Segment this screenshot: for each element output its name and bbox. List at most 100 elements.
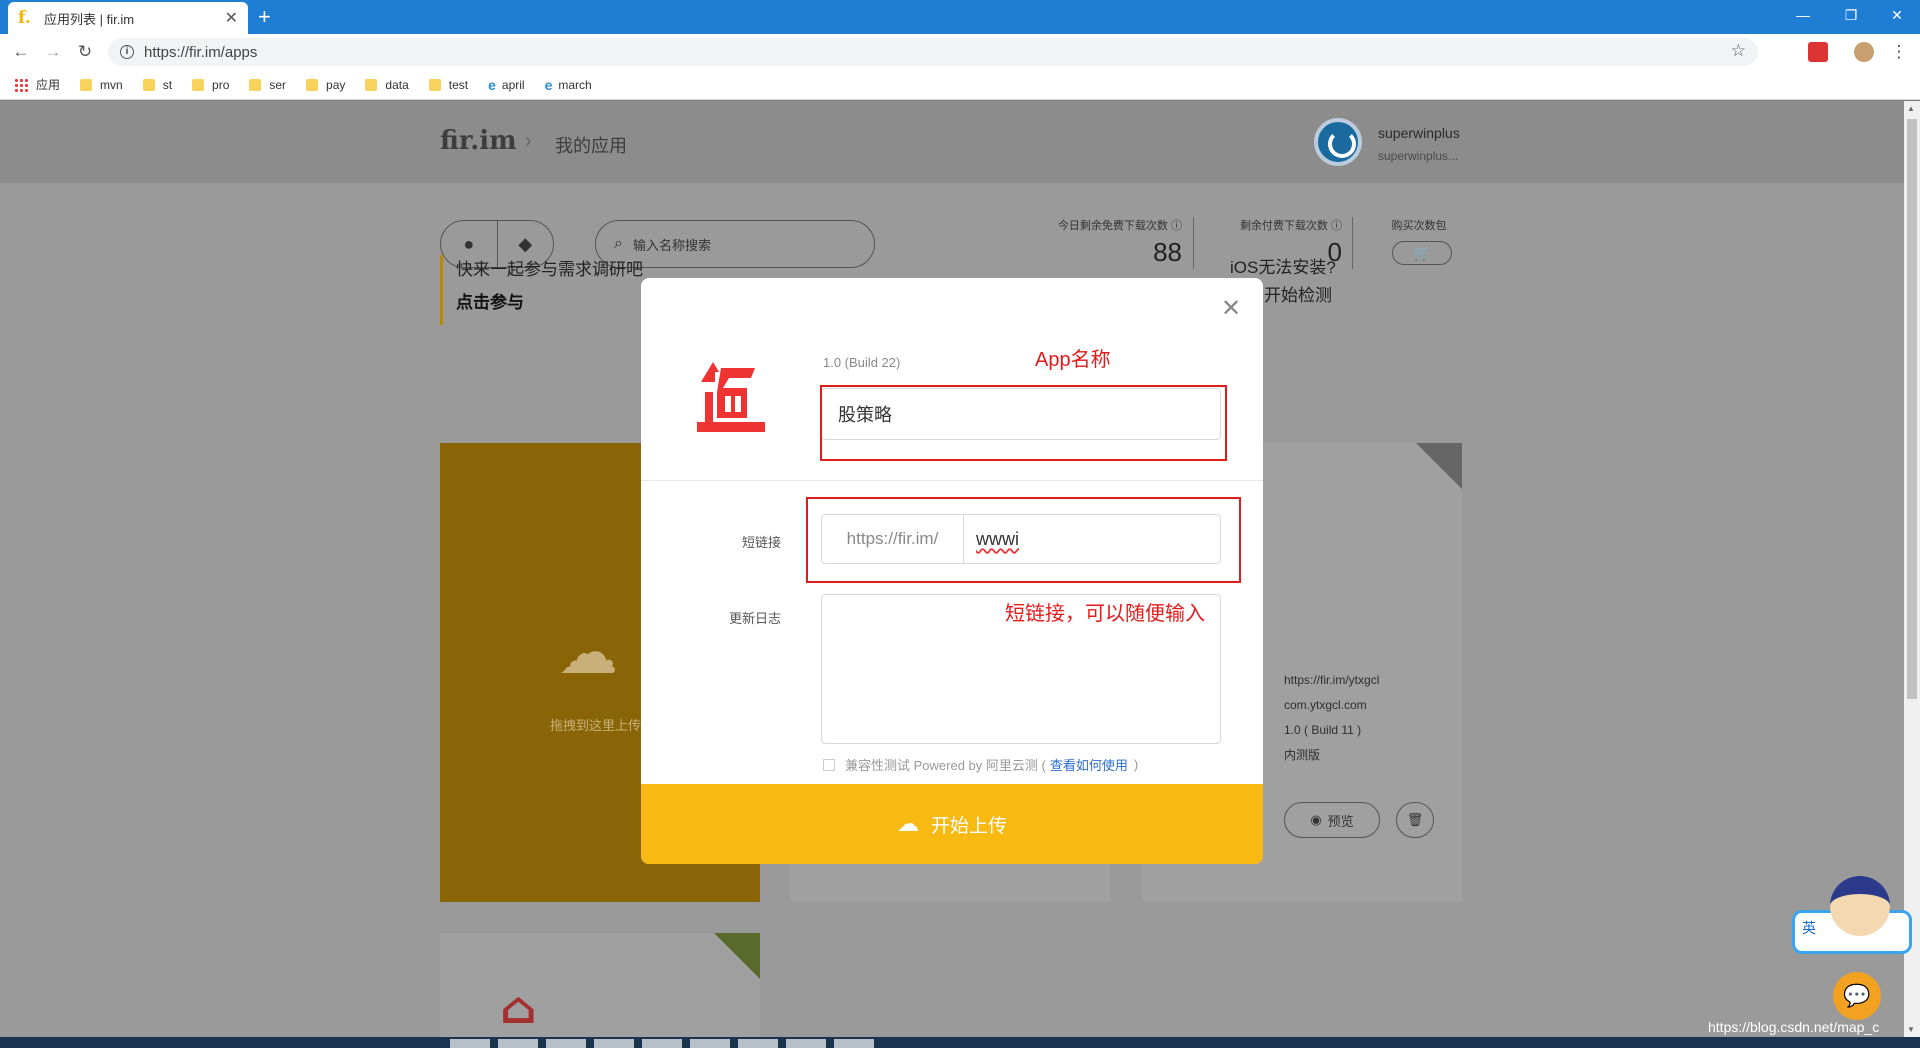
changelog-label: 更新日志 xyxy=(728,611,781,626)
bookmark-label: st xyxy=(162,77,173,92)
compat-checkbox[interactable] xyxy=(823,758,835,771)
folder-icon xyxy=(142,78,155,91)
bookmark-label: test xyxy=(448,77,469,92)
notice-link[interactable]: 点击参与 xyxy=(456,288,643,313)
bookmark-label: data xyxy=(385,77,409,92)
folder-icon xyxy=(192,78,205,91)
annotation-app-name: App名称 xyxy=(1035,349,1111,371)
stat-label: 今日剩余免费下载次数 ⓘ xyxy=(1057,220,1182,232)
url-input[interactable]: i https://fir.im/apps ☆ xyxy=(108,38,1758,66)
taskbar-item[interactable] xyxy=(738,1039,778,1048)
back-icon[interactable]: ← xyxy=(10,41,32,63)
folder-icon xyxy=(80,78,93,91)
cloud-upload-icon: ☁ xyxy=(558,619,618,686)
browser-tab[interactable]: f. 应用列表 | fir.im ✕ xyxy=(8,2,248,34)
extension-icon[interactable] xyxy=(1808,42,1828,62)
app-card[interactable]: ⌂ xyxy=(440,933,760,1037)
taskbar-item[interactable] xyxy=(546,1039,586,1048)
taskbar-item[interactable] xyxy=(594,1039,634,1048)
survey-notice: 快来一起参与需求调研吧 点击参与 xyxy=(440,255,643,325)
bookmarks-bar: 应用 mvn st pro ser pay data test e april e… xyxy=(0,70,1920,100)
url-text: https://fir.im/apps xyxy=(144,43,258,61)
app-type: 内测版 xyxy=(1284,748,1321,762)
bookmark-test[interactable]: test xyxy=(428,77,469,92)
close-icon[interactable]: ✕ xyxy=(225,8,238,28)
preview-label: 预览 xyxy=(1327,813,1354,829)
scroll-thumb[interactable] xyxy=(1907,119,1917,699)
taskbar-item[interactable] xyxy=(498,1039,538,1048)
bookmark-ser[interactable]: ser xyxy=(249,78,286,92)
app-logo-icon xyxy=(697,362,765,432)
stat-value: 88 xyxy=(1153,237,1182,267)
site-logo[interactable]: fir.im xyxy=(440,126,517,156)
taskbar xyxy=(0,1037,1920,1048)
bookmark-mvn[interactable]: mvn xyxy=(80,78,123,92)
compat-help-link[interactable]: 查看如何使用 xyxy=(1050,755,1128,774)
apple-badge-icon xyxy=(1416,443,1462,489)
ime-mascot[interactable]: 英 xyxy=(1790,858,1920,958)
bookmark-label: ser xyxy=(269,77,287,92)
preview-button[interactable]: ◉ 预览 xyxy=(1284,802,1380,838)
taskbar-item[interactable] xyxy=(450,1039,490,1048)
info-icon[interactable]: i xyxy=(120,45,134,59)
taskbar-item[interactable] xyxy=(690,1039,730,1048)
folder-icon xyxy=(428,78,441,91)
bookmark-st[interactable]: st xyxy=(142,77,173,92)
bookmark-label: pro xyxy=(212,77,230,92)
username[interactable]: superwinplus xyxy=(1378,125,1460,141)
bookmark-label: pay xyxy=(326,77,346,92)
folder-icon xyxy=(365,78,378,91)
bookmark-april[interactable]: e april xyxy=(488,77,524,93)
breadcrumb[interactable]: 我的应用 xyxy=(555,132,627,158)
divider xyxy=(641,480,1263,481)
folder-icon xyxy=(249,78,262,91)
divider xyxy=(1193,217,1194,269)
address-bar-row: ← → ↻ i https://fir.im/apps ☆ ⋮ xyxy=(0,34,1920,70)
taskbar-item[interactable] xyxy=(834,1039,874,1048)
cart-icon[interactable]: 🛒 xyxy=(1392,241,1452,265)
app-short-url[interactable]: https://fir.im/ytxgcl xyxy=(1284,668,1379,693)
trash-icon: 🗑 xyxy=(1406,812,1424,827)
reload-icon[interactable]: ↻ xyxy=(74,41,96,63)
taskbar-item[interactable] xyxy=(786,1039,826,1048)
bookmark-pro[interactable]: pro xyxy=(192,78,229,92)
notice-line1: 快来一起参与需求调研吧 xyxy=(456,260,643,279)
scroll-down-icon[interactable]: ▼ xyxy=(1907,1025,1915,1034)
scroll-up-icon[interactable]: ▲ xyxy=(1907,104,1915,113)
bookmark-apps[interactable]: 应用 xyxy=(14,76,60,93)
profile-avatar-icon[interactable] xyxy=(1854,42,1874,62)
app-version: 1.0 (Build 22) xyxy=(823,355,901,370)
taskbar-item[interactable] xyxy=(642,1039,682,1048)
app-bundle-id: com.ytxgcl.com xyxy=(1284,698,1367,712)
forward-icon[interactable]: → xyxy=(42,41,64,63)
android-badge-icon xyxy=(714,933,760,979)
cloud-upload-icon: ☁ xyxy=(896,811,919,836)
bookmark-march[interactable]: e march xyxy=(545,77,592,93)
compat-end: ) xyxy=(1133,757,1139,772)
restore-button[interactable]: ❐ xyxy=(1828,0,1874,30)
chat-icon[interactable]: 💬 xyxy=(1833,972,1881,1020)
bookmark-label: april xyxy=(501,77,525,92)
minimize-button[interactable]: — xyxy=(1780,0,1826,30)
bookmark-data[interactable]: data xyxy=(365,77,409,92)
compat-text: 兼容性测试 Powered by 阿里云测 ( xyxy=(845,758,1046,773)
folder-icon xyxy=(306,78,319,91)
close-icon[interactable]: ✕ xyxy=(1221,294,1241,323)
new-tab-button[interactable]: + xyxy=(258,4,271,30)
menu-dots-icon[interactable]: ⋮ xyxy=(1888,41,1910,63)
stat-label: 剩余付费下载次数 ⓘ xyxy=(1239,220,1342,232)
search-icon: ⌕ xyxy=(614,235,623,252)
window-close-button[interactable]: ✕ xyxy=(1874,0,1920,30)
start-upload-button[interactable]: ☁ 开始上传 xyxy=(641,784,1263,864)
bookmark-pay[interactable]: pay xyxy=(306,78,345,92)
shortlink-label: 短链接 xyxy=(741,535,781,550)
site-header: fir.im › 我的应用 superwinplus superwinplus.… xyxy=(0,101,1904,183)
buy-pack-stat: 购买次数包 xyxy=(1370,217,1468,233)
delete-button[interactable]: 🗑 xyxy=(1396,802,1434,838)
browser-tab-bar: f. 应用列表 | fir.im ✕ + — ❐ ✕ xyxy=(0,0,1920,34)
avatar[interactable] xyxy=(1314,118,1362,166)
username-sub: superwinplus... xyxy=(1378,149,1459,163)
free-downloads-stat: 今日剩余免费下载次数 ⓘ 88 xyxy=(1040,217,1182,268)
bookmark-star-icon[interactable]: ☆ xyxy=(1731,41,1746,61)
bookmark-label: 应用 xyxy=(36,78,61,92)
